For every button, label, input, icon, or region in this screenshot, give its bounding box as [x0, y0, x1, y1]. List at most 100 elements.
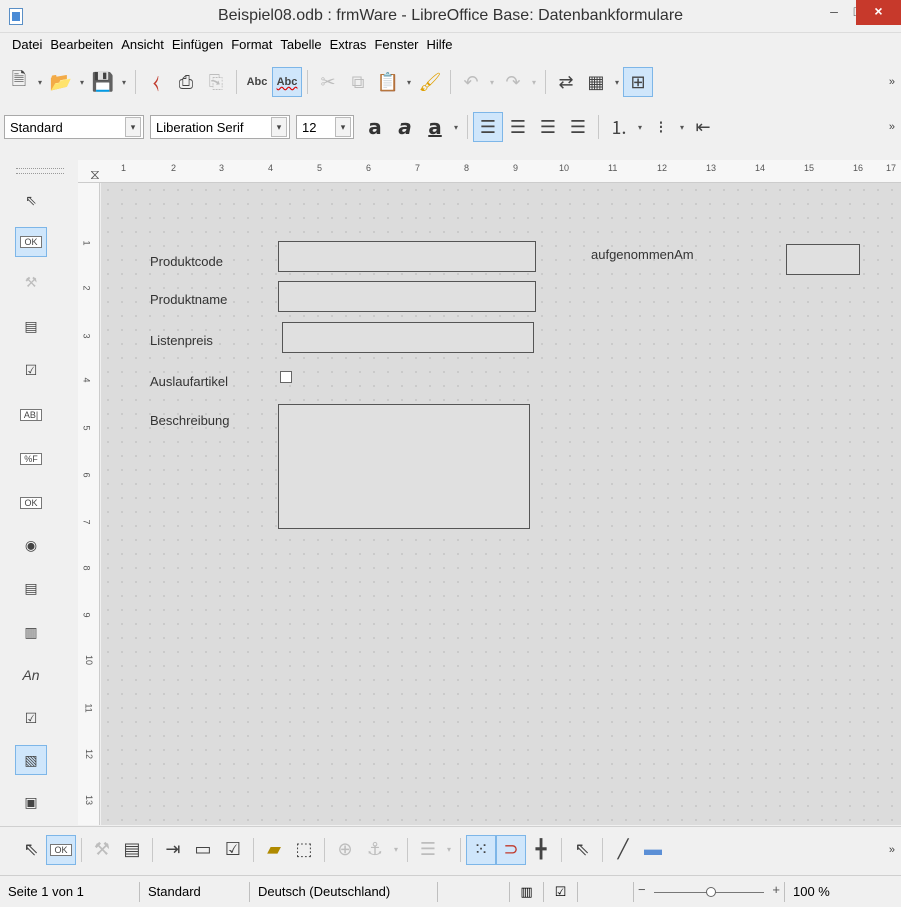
chevron-down-icon[interactable]: ▾	[335, 117, 351, 137]
menu-datei[interactable]: Datei	[8, 33, 46, 57]
open-folder-icon[interactable]: 📂	[46, 67, 76, 97]
new-dropdown[interactable]: ▾	[34, 78, 46, 87]
bullet-list-dropdown[interactable]: ▾	[676, 123, 688, 132]
save-dropdown[interactable]: ▾	[118, 78, 130, 87]
open-dropdown[interactable]: ▾	[76, 78, 88, 87]
design-mode-icon[interactable]: OK	[15, 227, 47, 257]
activation-order-icon[interactable]: ☑	[218, 835, 248, 865]
label-field-icon[interactable]: An	[15, 660, 47, 690]
menu-einfuegen[interactable]: Einfügen	[168, 33, 227, 57]
form-properties-icon[interactable]: ▤	[117, 835, 147, 865]
document-modified-icon[interactable]: ☑	[544, 881, 578, 902]
align-right-icon[interactable]: ☰	[533, 112, 563, 142]
label-aufgenommenam[interactable]: aufgenommenAm	[591, 247, 694, 262]
export-pdf-icon[interactable]: ⧼	[141, 67, 171, 97]
form-navigator-icon[interactable]: ▰	[259, 835, 289, 865]
font-size-select[interactable]: 12 ▾	[296, 115, 354, 139]
add-field-icon[interactable]: ▭	[188, 835, 218, 865]
menu-extras[interactable]: Extras	[326, 33, 371, 57]
select-icon[interactable]: ⇖	[16, 835, 46, 865]
spellcheck-icon[interactable]: Abc	[242, 67, 272, 97]
formatted-field-icon[interactable]: %F	[15, 444, 47, 474]
underline-dropdown[interactable]: ▾	[450, 123, 462, 132]
design-mode-icon[interactable]: OK	[46, 834, 76, 865]
redo-icon[interactable]: ↷	[498, 67, 528, 97]
grid-icon[interactable]: ⁙	[466, 834, 496, 865]
table-icon[interactable]: ▦	[581, 67, 611, 97]
aufgenommenam-field[interactable]	[786, 244, 860, 275]
selection-mode-icon[interactable]: ▥	[510, 881, 544, 902]
produktname-field[interactable]	[278, 281, 536, 312]
undo-dropdown[interactable]: ▾	[486, 78, 498, 87]
clone-formatting-icon[interactable]: 🖌	[415, 67, 445, 97]
menu-ansicht[interactable]: Ansicht	[117, 33, 168, 57]
menu-tabelle[interactable]: Tabelle	[276, 33, 325, 57]
toolbar-overflow-icon[interactable]: »	[889, 844, 895, 856]
label-beschreibung[interactable]: Beschreibung	[150, 413, 230, 428]
group-icon[interactable]: ⬚	[289, 835, 319, 865]
align-icon[interactable]: ☰	[413, 835, 443, 865]
zoom-slider[interactable]: − +	[634, 882, 784, 902]
beschreibung-field[interactable]	[278, 404, 530, 529]
helplines-icon[interactable]: ╋	[526, 835, 556, 865]
bullet-list-icon[interactable]: ⁝	[646, 112, 676, 142]
menu-hilfe[interactable]: Hilfe	[423, 33, 457, 57]
paragraph-style-select[interactable]: Standard ▾	[4, 115, 144, 139]
list-box-icon[interactable]: ▤	[15, 573, 47, 603]
print-icon[interactable]: ⎙	[171, 67, 201, 97]
checkbox-icon[interactable]: ☑	[15, 355, 47, 385]
paste-icon[interactable]: 📋	[373, 67, 403, 97]
more-controls-icon[interactable]: ☑	[15, 703, 47, 733]
font-name-select[interactable]: Liberation Serif ▾	[150, 115, 290, 139]
cut-icon[interactable]: ✂	[313, 67, 343, 97]
label-listenpreis[interactable]: Listenpreis	[150, 333, 213, 348]
undo-icon[interactable]: ↶	[456, 67, 486, 97]
close-button[interactable]: ×	[856, 0, 901, 25]
listenpreis-field[interactable]	[282, 322, 534, 353]
redo-dropdown[interactable]: ▾	[528, 78, 540, 87]
form-design-icon[interactable]: ▧	[15, 745, 47, 775]
auslaufartikel-checkbox[interactable]	[280, 371, 292, 383]
page-style-indicator[interactable]: Standard	[140, 881, 250, 902]
anchor-icon[interactable]: ⚓	[360, 835, 390, 865]
push-button-icon[interactable]: OK	[15, 488, 47, 518]
chevron-down-icon[interactable]: ▾	[125, 117, 141, 137]
anchor-dropdown[interactable]: ▾	[390, 845, 402, 854]
select-icon[interactable]: ⇖	[15, 185, 47, 215]
decrease-indent-icon[interactable]: ⇤	[688, 112, 718, 142]
form-navigator-icon[interactable]: ▣	[15, 787, 47, 817]
copy-icon[interactable]: ⧉	[343, 67, 373, 97]
tab-stop-icon[interactable]: ⧖	[90, 166, 100, 183]
produktcode-field[interactable]	[278, 241, 536, 272]
paste-dropdown[interactable]: ▾	[403, 78, 415, 87]
textbox-icon[interactable]: AB|	[15, 400, 47, 430]
numbered-list-icon[interactable]: ⒈	[604, 112, 634, 142]
control-properties-icon[interactable]: ⚒	[15, 267, 47, 297]
zoom-out-button[interactable]: −	[638, 882, 646, 897]
horizontal-ruler[interactable]: ⧖ 1 2 3 4 5 6 7 8 9 10 11 12 13 14 15 16…	[78, 160, 901, 183]
control-wizard-icon[interactable]: ⚒	[87, 835, 117, 865]
underline-button[interactable]: a	[420, 112, 450, 142]
menu-fenster[interactable]: Fenster	[370, 33, 422, 57]
toolbar-overflow-icon[interactable]: »	[889, 121, 895, 133]
vertical-ruler[interactable]: 1 2 3 4 5 6 7 8 9 10 11 12 13	[78, 183, 100, 825]
align-dropdown[interactable]: ▾	[443, 845, 455, 854]
page-indicator[interactable]: Seite 1 von 1	[0, 881, 140, 902]
form-properties-icon[interactable]: ▤	[15, 311, 47, 341]
autospellcheck-icon[interactable]: Abc	[272, 67, 302, 97]
find-replace-icon[interactable]: ⇄	[551, 67, 581, 97]
align-left-icon[interactable]: ☰	[473, 112, 503, 142]
snap-to-grid-icon[interactable]: ⊃	[496, 834, 526, 865]
menu-format[interactable]: Format	[227, 33, 276, 57]
numbered-list-dropdown[interactable]: ▾	[634, 123, 646, 132]
combo-box-icon[interactable]: ▥	[15, 617, 47, 647]
form-canvas[interactable]: Produktcode Produktname Listenpreis Ausl…	[101, 183, 901, 825]
align-center-icon[interactable]: ☰	[503, 112, 533, 142]
zoom-in-button[interactable]: +	[772, 882, 780, 897]
minimize-button[interactable]: –	[822, 0, 846, 25]
rectangle-icon[interactable]: ▬	[638, 835, 668, 865]
design-mode-icon[interactable]: ⊞	[623, 67, 653, 97]
label-produktcode[interactable]: Produktcode	[150, 254, 223, 269]
bold-button[interactable]: a	[360, 112, 390, 142]
toolbar-overflow-icon[interactable]: »	[889, 76, 895, 88]
